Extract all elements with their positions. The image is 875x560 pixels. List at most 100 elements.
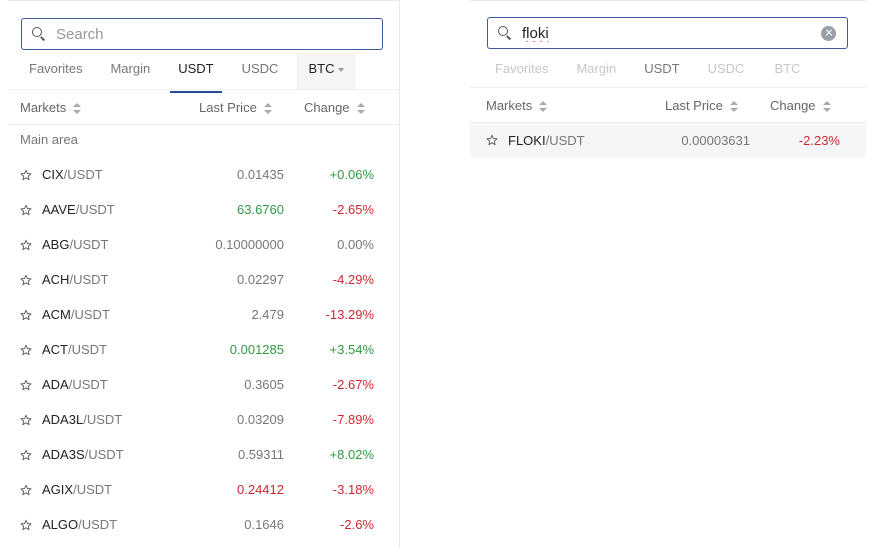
star-icon[interactable] bbox=[20, 379, 32, 391]
pair-name: FLOKI/USDT bbox=[508, 133, 585, 148]
pair-name: AGIX/USDT bbox=[42, 482, 112, 497]
base-symbol: ADA bbox=[42, 377, 69, 392]
change-percent: -2.6% bbox=[340, 517, 374, 532]
clear-icon[interactable] bbox=[821, 25, 836, 41]
last-price: 2.479 bbox=[251, 307, 284, 322]
base-symbol: ADA3S bbox=[42, 447, 85, 462]
change-percent: +0.06% bbox=[329, 167, 374, 182]
base-symbol: ACM bbox=[42, 307, 71, 322]
market-row[interactable]: ADA3L/USDT 0.03209 -7.89% bbox=[8, 402, 399, 437]
base-symbol: ACT bbox=[42, 342, 68, 357]
star-icon[interactable] bbox=[20, 204, 32, 216]
pair-name: ACT/USDT bbox=[42, 342, 107, 357]
search-box[interactable] bbox=[487, 17, 848, 49]
star-icon[interactable] bbox=[20, 309, 32, 321]
market-list: FLOKI/USDT 0.00003631 -2.23% bbox=[470, 123, 866, 157]
pair-name: CIX/USDT bbox=[42, 167, 103, 182]
quote-symbol: /USDT bbox=[84, 447, 124, 462]
markets-header-label: Markets bbox=[20, 99, 67, 115]
tab-btc-dropdown[interactable]: BTC bbox=[298, 55, 355, 89]
star-icon[interactable] bbox=[20, 449, 32, 461]
tab-margin[interactable]: Margin bbox=[568, 55, 624, 83]
star-icon[interactable] bbox=[20, 239, 32, 251]
base-symbol: CIX bbox=[42, 167, 64, 182]
market-row[interactable]: ACH/USDT 0.02297 -4.29% bbox=[8, 262, 399, 297]
market-row[interactable]: ACT/USDT 0.001285 +3.54% bbox=[8, 332, 399, 367]
base-symbol: FLOKI bbox=[508, 132, 546, 148]
market-row[interactable]: ALGO/USDT 0.1646 -2.6% bbox=[8, 507, 399, 542]
change-percent: +8.02% bbox=[329, 447, 374, 462]
quote-symbol: /USDT bbox=[69, 272, 109, 287]
tab-usdc[interactable]: USDC bbox=[234, 55, 287, 89]
search-input[interactable] bbox=[522, 24, 821, 42]
change-percent: -2.67% bbox=[332, 377, 374, 392]
market-row[interactable]: CIX/USDT 0.01435 +0.06% bbox=[8, 157, 399, 192]
last-price-header-label: Last Price bbox=[199, 99, 257, 115]
market-row[interactable]: ACM/USDT 2.479 -13.29% bbox=[8, 297, 399, 332]
change-percent: -7.89% bbox=[332, 412, 374, 427]
last-price: 0.3605 bbox=[244, 377, 284, 392]
base-symbol: AGIX bbox=[42, 482, 74, 497]
tab-favorites[interactable]: Favorites bbox=[21, 55, 90, 89]
section-label: Main area bbox=[20, 132, 78, 147]
tab-margin[interactable]: Margin bbox=[102, 55, 158, 89]
tab-usdc[interactable]: USDC bbox=[700, 55, 753, 83]
tab-favorites[interactable]: Favorites bbox=[487, 55, 556, 83]
market-row[interactable]: ADA/USDT 0.3605 -2.67% bbox=[8, 367, 399, 402]
pair-name: ADA3S/USDT bbox=[42, 447, 124, 462]
tab-btc-label: BTC bbox=[308, 61, 335, 76]
quote-symbol: /USDT bbox=[73, 482, 113, 497]
star-icon[interactable] bbox=[20, 519, 32, 531]
tab-usdt[interactable]: USDT bbox=[636, 55, 687, 83]
change-percent: +3.54% bbox=[329, 342, 374, 357]
base-symbol: ALGO bbox=[42, 517, 79, 532]
last-price: 0.1646 bbox=[244, 517, 284, 532]
star-icon[interactable] bbox=[20, 484, 32, 496]
sort-icon bbox=[263, 102, 272, 114]
table-header: Markets Last Price Change bbox=[8, 89, 399, 125]
change-percent: -13.29% bbox=[325, 307, 374, 322]
star-icon[interactable] bbox=[486, 134, 498, 146]
market-row[interactable]: AAVE/USDT 63.6760 -2.65% bbox=[8, 192, 399, 227]
sort-icon bbox=[73, 102, 82, 114]
market-row[interactable]: ADA3S/USDT 0.59311 +8.02% bbox=[8, 437, 399, 472]
sort-last-price[interactable]: Last Price bbox=[665, 98, 738, 113]
sort-markets[interactable]: Markets bbox=[486, 98, 548, 113]
search-box[interactable] bbox=[21, 18, 383, 50]
tab-usdt[interactable]: USDT bbox=[170, 55, 223, 93]
pair-name: ADA/USDT bbox=[42, 377, 108, 392]
search-input[interactable] bbox=[56, 25, 382, 43]
base-symbol: ABG bbox=[42, 237, 70, 252]
sort-last-price[interactable]: Last Price bbox=[199, 100, 272, 115]
sort-change[interactable]: Change bbox=[770, 98, 831, 113]
base-symbol: ADA3L bbox=[42, 412, 84, 427]
market-row[interactable]: FLOKI/USDT 0.00003631 -2.23% bbox=[470, 123, 866, 157]
base-symbol: ACH bbox=[42, 272, 70, 287]
tab-btc[interactable]: BTC bbox=[764, 55, 810, 83]
change-percent: -2.23% bbox=[798, 132, 840, 148]
last-price: 0.001285 bbox=[229, 342, 284, 357]
star-icon[interactable] bbox=[20, 169, 32, 181]
last-price: 0.01435 bbox=[237, 167, 284, 182]
sort-icon bbox=[356, 102, 365, 114]
last-price-header-label: Last Price bbox=[665, 97, 723, 113]
markets-panel-left: Favorites Margin USDT USDC BTC Markets L… bbox=[8, 0, 400, 548]
star-icon[interactable] bbox=[20, 274, 32, 286]
star-icon[interactable] bbox=[20, 414, 32, 426]
change-percent: -2.65% bbox=[332, 202, 374, 217]
quote-symbol: /USDT bbox=[68, 377, 108, 392]
sort-change[interactable]: Change bbox=[304, 100, 365, 115]
sort-markets[interactable]: Markets bbox=[20, 99, 82, 115]
last-price: 63.6760 bbox=[237, 202, 284, 217]
quote-symbol: /USDT bbox=[75, 202, 115, 217]
chevron-down-icon bbox=[338, 67, 345, 72]
market-row[interactable]: AGIX/USDT 0.24412 -3.18% bbox=[8, 472, 399, 507]
last-price: 0.24412 bbox=[237, 482, 284, 497]
quote-tabs: Favorites Margin USDT USDC BTC bbox=[487, 55, 822, 83]
star-icon[interactable] bbox=[20, 344, 32, 356]
pair-name: ALGO/USDT bbox=[42, 517, 117, 532]
last-price: 0.02297 bbox=[237, 272, 284, 287]
market-row[interactable]: ABG/USDT 0.10000000 0.00% bbox=[8, 227, 399, 262]
sort-icon bbox=[539, 100, 548, 112]
base-symbol: AAVE bbox=[42, 202, 76, 217]
